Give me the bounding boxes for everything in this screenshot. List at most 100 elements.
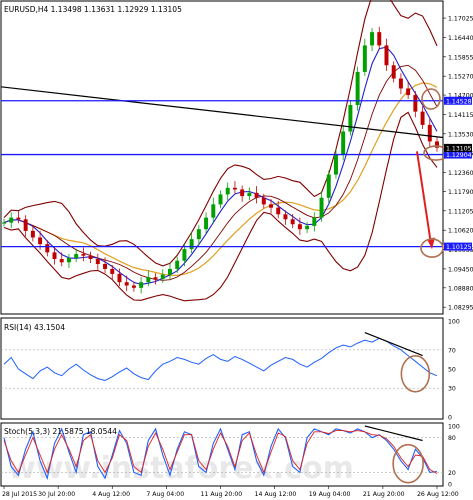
price-y-tick-label: 1.10620 bbox=[448, 228, 473, 235]
candle-body bbox=[117, 273, 122, 283]
price-y-tick-label: 1.15270 bbox=[448, 74, 473, 81]
watermark: www.instaforex.com bbox=[8, 451, 354, 486]
candle-body bbox=[333, 154, 338, 175]
price-y-tick-label: 1.15855 bbox=[448, 54, 473, 61]
rsi-y-tick-label: 50 bbox=[448, 367, 456, 374]
candle-body bbox=[95, 259, 100, 264]
stoch-y-tick-label: 20 bbox=[448, 470, 456, 477]
candle-body bbox=[384, 45, 389, 66]
x-tick-label: 19 Aug 04:00 bbox=[309, 491, 351, 498]
stoch-y-tick-label: 80 bbox=[448, 435, 456, 442]
candle-body bbox=[189, 239, 194, 250]
candle-body bbox=[261, 197, 266, 205]
candle-body bbox=[167, 268, 172, 275]
candle-body bbox=[16, 217, 21, 220]
candle-body bbox=[52, 252, 57, 260]
candle-body bbox=[225, 187, 230, 195]
x-tick-label: 26 Aug 12:00 bbox=[417, 491, 459, 498]
price-y-tick-label: 1.11205 bbox=[448, 208, 473, 215]
candle-body bbox=[23, 219, 28, 231]
candle-body bbox=[146, 277, 151, 283]
candle-body bbox=[297, 224, 302, 230]
candle-body bbox=[153, 277, 158, 279]
candle-body bbox=[377, 32, 382, 46]
horizontal-level-label: 1.12904 bbox=[446, 152, 472, 159]
candle-body bbox=[427, 124, 432, 142]
candle-body bbox=[269, 204, 274, 208]
price-y-tick-label: 1.17025 bbox=[448, 16, 473, 23]
candle-body bbox=[88, 255, 93, 260]
candle-body bbox=[370, 32, 375, 46]
price-y-tick-label: 1.08295 bbox=[448, 305, 473, 312]
x-tick-label: 14 Aug 12:00 bbox=[255, 491, 297, 498]
candle-body bbox=[232, 187, 237, 190]
candle-body bbox=[160, 274, 165, 279]
chart-canvas: www.instaforex.com 1.17025 1.16440 1.15855… bbox=[0, 0, 473, 498]
candle-body bbox=[204, 217, 209, 230]
stoch-panel-title: Stoch(5,3,3) 21.5875 18.0544 bbox=[4, 427, 117, 436]
candle-body bbox=[30, 230, 35, 238]
x-tick-label: 11 Aug 20:00 bbox=[201, 491, 243, 498]
x-tick-label: 30 Jul 20:00 bbox=[38, 491, 75, 498]
price-panel-frame bbox=[0, 0, 444, 315]
candle-body bbox=[276, 207, 281, 215]
x-tick-label: 28 Jul 2015 bbox=[2, 491, 37, 498]
candle-body bbox=[240, 189, 245, 197]
horizontal-level-label: 1.14528 bbox=[446, 98, 472, 105]
candle-body bbox=[211, 204, 216, 218]
price-y-tick-label: 1.16440 bbox=[448, 35, 473, 42]
candle-body bbox=[305, 225, 310, 230]
candle-body bbox=[290, 219, 295, 225]
candle-body bbox=[341, 131, 346, 155]
horizontal-level-label: 1.10125 bbox=[446, 244, 472, 251]
candle-body bbox=[38, 237, 43, 245]
candle-body bbox=[59, 259, 64, 263]
candle-body bbox=[45, 244, 50, 253]
stoch-y-tick-label: 100 bbox=[448, 424, 460, 431]
candle-body bbox=[182, 249, 187, 261]
x-tick-label: 4 Aug 12:00 bbox=[92, 491, 130, 498]
candle-body bbox=[420, 111, 425, 125]
candle-body bbox=[196, 229, 201, 240]
candle-body bbox=[398, 78, 403, 89]
candle-body bbox=[413, 95, 418, 112]
candle-body bbox=[103, 263, 108, 269]
candle-body bbox=[326, 174, 331, 198]
rsi-panel-frame bbox=[0, 317, 444, 420]
rsi-y-tick-label: 0 bbox=[448, 415, 452, 422]
rsi-y-tick-label: 100 bbox=[448, 319, 460, 326]
price-y-tick-label: 1.11790 bbox=[448, 189, 473, 196]
rsi-y-tick-label: 70 bbox=[448, 347, 456, 354]
rsi-panel-title: RSI(14) 43.1504 bbox=[4, 323, 65, 332]
current-price-label: 1.13105 bbox=[446, 145, 472, 152]
candle-body bbox=[254, 192, 259, 198]
candle-body bbox=[218, 194, 223, 205]
x-tick-label: 7 Aug 04:00 bbox=[146, 491, 184, 498]
price-y-tick-label: 1.14115 bbox=[448, 112, 473, 119]
candle-body bbox=[110, 268, 115, 274]
stoch-y-tick-label: 0 bbox=[448, 482, 452, 489]
candle-body bbox=[131, 285, 136, 288]
chart-window: www.instaforex.com 1.17025 1.16440 1.15855… bbox=[0, 0, 473, 500]
x-tick-label: 21 Aug 20:00 bbox=[363, 491, 405, 498]
candle-body bbox=[66, 258, 71, 263]
price-panel-title: EURUSD,H4 1.13498 1.13631 1.12929 1.1310… bbox=[4, 5, 182, 14]
price-y-tick-label: 1.12360 bbox=[448, 170, 473, 177]
candle-body bbox=[391, 65, 396, 79]
candle-body bbox=[247, 192, 252, 197]
candle-body bbox=[81, 254, 86, 256]
candle-body bbox=[312, 217, 317, 226]
price-y-tick-label: 1.13530 bbox=[448, 131, 473, 138]
price-y-tick-label: 1.08880 bbox=[448, 285, 473, 292]
price-y-tick-label: 1.09450 bbox=[448, 266, 473, 273]
candle-body bbox=[406, 88, 411, 96]
candle-body bbox=[9, 217, 14, 223]
rsi-y-tick-label: 30 bbox=[448, 386, 456, 393]
candle-body bbox=[362, 45, 367, 72]
candle-body bbox=[74, 254, 79, 259]
candle-body bbox=[124, 282, 129, 286]
candle-body bbox=[139, 282, 144, 288]
candle-body bbox=[283, 214, 288, 220]
candle-body bbox=[2, 222, 6, 224]
watermark-text: www.instaforex.com bbox=[8, 451, 354, 486]
